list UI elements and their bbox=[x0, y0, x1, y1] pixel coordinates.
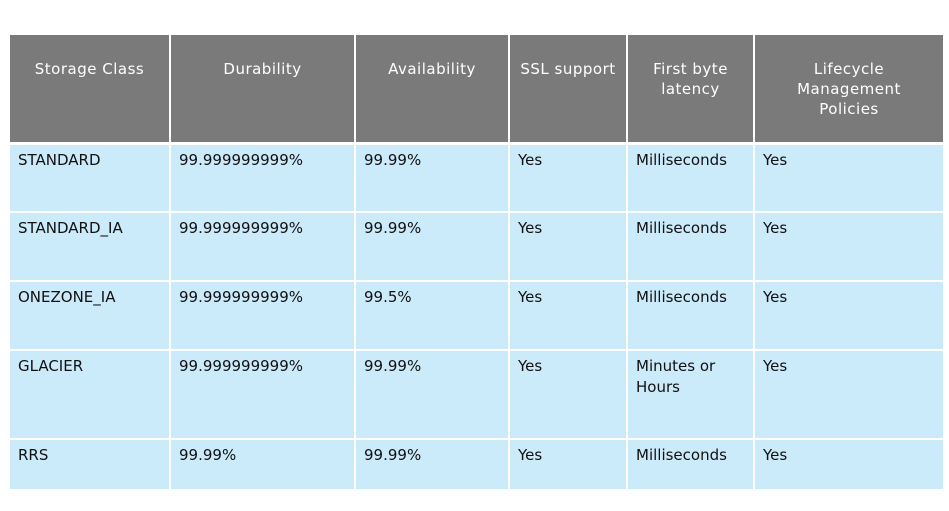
cell-lifecycle-policies: Yes bbox=[753, 438, 943, 489]
cell-availability: 99.99% bbox=[354, 349, 510, 440]
cell-first-byte-latency: Milliseconds bbox=[626, 142, 755, 213]
cell-storage-class: ONEZONE_IA bbox=[10, 280, 171, 351]
cell-availability: 99.99% bbox=[354, 438, 510, 489]
cell-ssl-support: Yes bbox=[508, 211, 628, 282]
cell-ssl-support: Yes bbox=[508, 280, 628, 351]
cell-ssl-support: Yes bbox=[508, 349, 628, 440]
table-row: RRS 99.99% 99.99% Yes Milliseconds Yes bbox=[10, 438, 943, 489]
cell-availability: 99.99% bbox=[354, 142, 510, 213]
header-first-byte-latency: First byte latency bbox=[626, 35, 755, 145]
cell-first-byte-latency: Milliseconds bbox=[626, 211, 755, 282]
cell-storage-class: RRS bbox=[10, 438, 171, 489]
cell-storage-class: STANDARD bbox=[10, 142, 171, 213]
cell-first-byte-latency: Minutes or Hours bbox=[626, 349, 755, 440]
cell-first-byte-latency: Milliseconds bbox=[626, 280, 755, 351]
header-durability: Durability bbox=[169, 35, 356, 145]
table-row: ONEZONE_IA 99.999999999% 99.5% Yes Milli… bbox=[10, 280, 943, 351]
cell-ssl-support: Yes bbox=[508, 142, 628, 213]
table-row: STANDARD_IA 99.999999999% 99.99% Yes Mil… bbox=[10, 211, 943, 282]
cell-lifecycle-policies: Yes bbox=[753, 349, 943, 440]
cell-lifecycle-policies: Yes bbox=[753, 211, 943, 282]
table-header-row: Storage Class Durability Availability SS… bbox=[10, 35, 943, 145]
header-lifecycle-management-policies: Lifecycle Management Policies bbox=[753, 35, 943, 145]
cell-availability: 99.5% bbox=[354, 280, 510, 351]
cell-lifecycle-policies: Yes bbox=[753, 142, 943, 213]
header-ssl-support: SSL support bbox=[508, 35, 628, 145]
cell-storage-class: GLACIER bbox=[10, 349, 171, 440]
cell-lifecycle-policies: Yes bbox=[753, 280, 943, 351]
header-storage-class: Storage Class bbox=[10, 35, 171, 145]
table-row: STANDARD 99.999999999% 99.99% Yes Millis… bbox=[10, 142, 943, 213]
cell-first-byte-latency: Milliseconds bbox=[626, 438, 755, 489]
cell-durability: 99.999999999% bbox=[169, 211, 356, 282]
cell-durability: 99.99% bbox=[169, 438, 356, 489]
storage-class-comparison-table: Storage Class Durability Availability SS… bbox=[10, 35, 943, 489]
cell-durability: 99.999999999% bbox=[169, 280, 356, 351]
storage-class-table-container: Storage Class Durability Availability SS… bbox=[10, 35, 943, 489]
cell-durability: 99.999999999% bbox=[169, 349, 356, 440]
cell-availability: 99.99% bbox=[354, 211, 510, 282]
cell-storage-class: STANDARD_IA bbox=[10, 211, 171, 282]
table-row: GLACIER 99.999999999% 99.99% Yes Minutes… bbox=[10, 349, 943, 440]
header-availability: Availability bbox=[354, 35, 510, 145]
cell-durability: 99.999999999% bbox=[169, 142, 356, 213]
cell-ssl-support: Yes bbox=[508, 438, 628, 489]
